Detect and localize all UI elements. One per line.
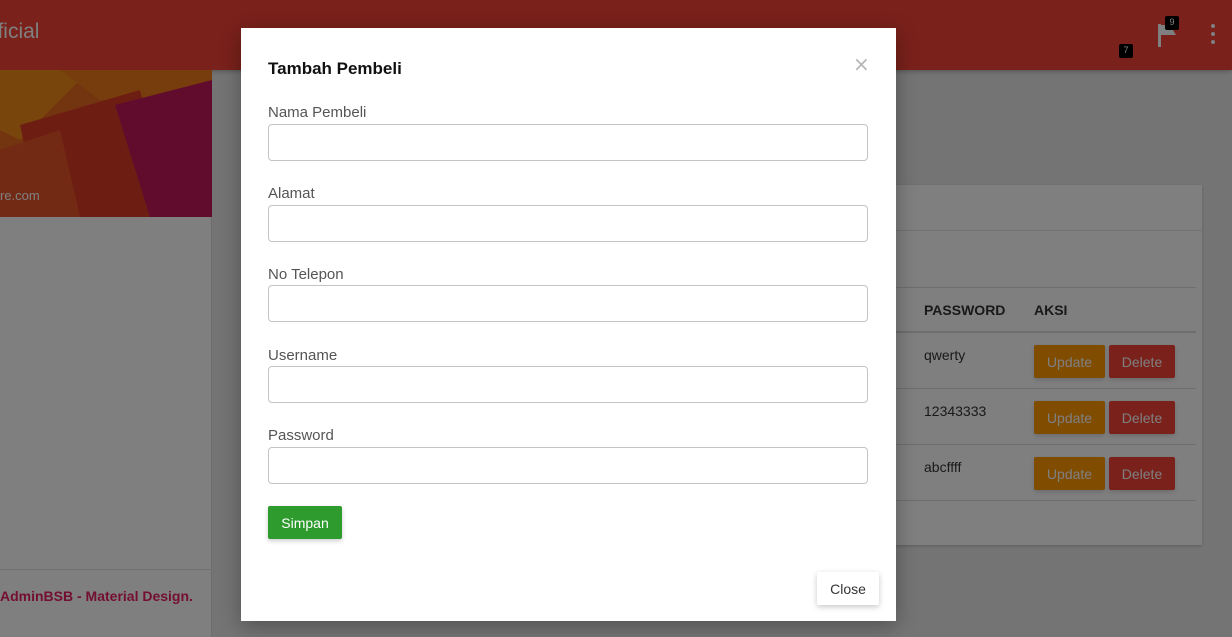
nama-pembeli-input[interactable] <box>268 124 868 161</box>
no-telepon-input[interactable] <box>268 285 868 322</box>
password-input[interactable] <box>268 447 868 484</box>
username-input[interactable] <box>268 366 868 403</box>
username-label: Username <box>268 347 338 364</box>
modal-title: Tambah Pembeli <box>268 59 402 78</box>
nama-pembeli-label: Nama Pembeli <box>268 104 367 121</box>
close-icon[interactable]: × <box>853 54 870 74</box>
alamat-input[interactable] <box>268 205 868 242</box>
add-buyer-modal: Tambah Pembeli × Nama Pembeli Alamat No … <box>241 28 896 621</box>
no-telepon-label: No Telepon <box>268 266 344 283</box>
save-button[interactable]: Simpan <box>268 506 342 539</box>
alamat-label: Alamat <box>268 185 315 202</box>
close-button[interactable]: Close <box>817 572 879 605</box>
password-label: Password <box>268 427 334 444</box>
